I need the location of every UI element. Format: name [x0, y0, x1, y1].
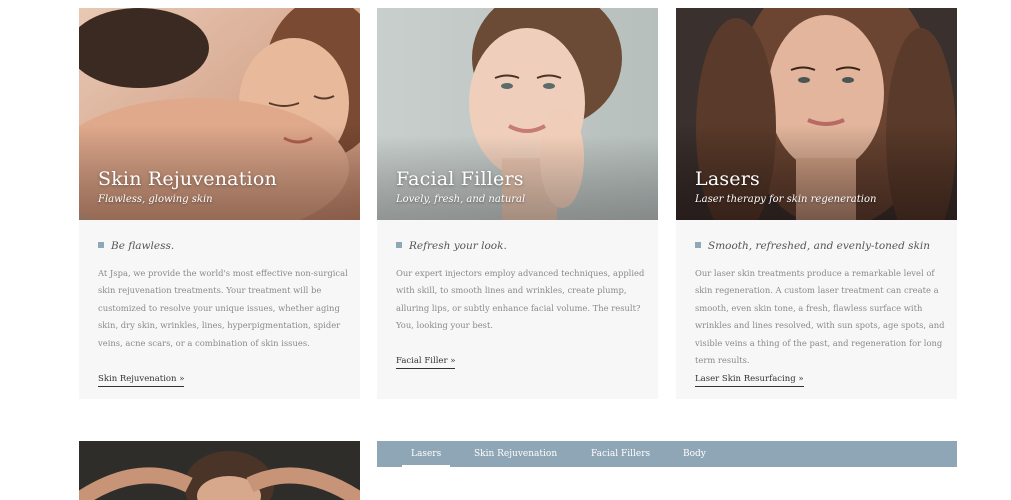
- card-title: Skin Rejuvenation: [98, 168, 277, 190]
- card-tagline: Be flawless.: [98, 240, 174, 252]
- tagline-text: Refresh your look.: [409, 240, 507, 252]
- facial-fillers-photo: Facial Fillers Lovely, fresh, and natura…: [377, 8, 658, 220]
- lasers-photo: Lasers Laser therapy for skin regenerati…: [676, 8, 957, 220]
- service-card-lasers: Lasers Laser therapy for skin regenerati…: [676, 8, 957, 399]
- card-tagline: Smooth, refreshed, and evenly-toned skin: [695, 240, 930, 252]
- card-body: Our laser skin treatments produce a rema…: [695, 268, 945, 366]
- bullet-square-icon: [98, 242, 104, 248]
- tab-facial-fillers[interactable]: Facial Fillers: [591, 441, 650, 467]
- bullet-square-icon: [396, 242, 402, 248]
- treatment-tabs: Lasers Skin Rejuvenation Facial Fillers …: [377, 441, 957, 467]
- service-card-facial-fillers: Facial Fillers Lovely, fresh, and natura…: [377, 8, 658, 399]
- card-body: Our expert injectors employ advanced tec…: [396, 268, 645, 331]
- tab-lasers[interactable]: Lasers: [401, 441, 451, 467]
- card-subtitle: Flawless, glowing skin: [98, 194, 213, 205]
- card-subtitle: Laser therapy for skin regeneration: [695, 194, 877, 205]
- card-subtitle: Lovely, fresh, and natural: [396, 194, 526, 205]
- tab-body[interactable]: Body: [683, 441, 706, 467]
- card-body: At Jspa, we provide the world's most eff…: [98, 268, 348, 348]
- tagline-text: Be flawless.: [111, 240, 175, 252]
- service-card-skin-rejuvenation: Skin Rejuvenation Flawless, glowing skin…: [79, 8, 360, 399]
- facial-filler-link[interactable]: Facial Filler »: [396, 356, 456, 369]
- tagline-text: Smooth, refreshed, and evenly-toned skin: [708, 240, 931, 252]
- card-title: Facial Fillers: [396, 168, 524, 190]
- skin-rejuvenation-link[interactable]: Skin Rejuvenation »: [98, 374, 185, 387]
- bullet-square-icon: [695, 242, 701, 248]
- card-tagline: Refresh your look.: [396, 240, 507, 252]
- skin-rejuvenation-photo: Skin Rejuvenation Flawless, glowing skin: [79, 8, 360, 220]
- card-title: Lasers: [695, 168, 760, 190]
- body-treatment-photo: [79, 441, 360, 500]
- laser-skin-resurfacing-link[interactable]: Laser Skin Resurfacing »: [695, 374, 804, 387]
- tab-skin-rejuvenation[interactable]: Skin Rejuvenation: [474, 441, 557, 467]
